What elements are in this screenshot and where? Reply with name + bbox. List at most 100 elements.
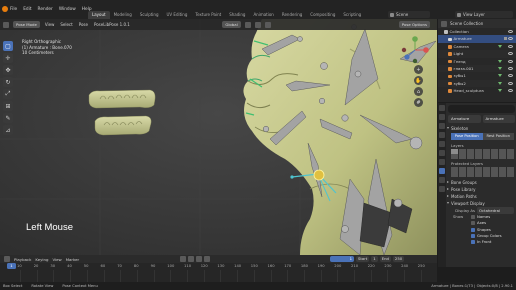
jump-end-icon[interactable]	[204, 256, 210, 262]
menu-poselib[interactable]: PoseLibPose 1.0.1	[93, 22, 131, 27]
eye-icon[interactable]	[508, 66, 513, 70]
constraints-tab-icon[interactable]	[439, 159, 445, 165]
tab-uv-editing[interactable]: UV Editing	[163, 11, 192, 19]
tab-modeling[interactable]: Modeling	[110, 11, 136, 19]
transform-icon[interactable]: ⊞	[3, 101, 13, 111]
armature-data-tab-icon[interactable]	[439, 168, 445, 174]
checkbox-icon[interactable]	[471, 221, 475, 226]
menu-select[interactable]: Select	[59, 22, 73, 27]
tab-texture-paint[interactable]: Texture Paint	[191, 11, 225, 19]
end-frame-field[interactable]: 250	[392, 256, 405, 262]
menu-render[interactable]: Render	[38, 0, 53, 19]
editor-type-icon[interactable]	[3, 21, 9, 28]
proportional-icon[interactable]	[264, 21, 271, 28]
menu-window[interactable]: Window	[59, 0, 76, 19]
view-layer-selector[interactable]: View Layer	[455, 11, 513, 18]
eye-icon[interactable]	[508, 59, 513, 63]
eye-icon[interactable]	[508, 74, 513, 78]
timeline-editor-icon[interactable]	[4, 256, 10, 262]
menu-file[interactable]: File	[10, 0, 17, 19]
mode-selector[interactable]: Pose Mode	[13, 21, 40, 28]
pan-hand-icon[interactable]: ✋	[414, 76, 423, 85]
tab-compositing[interactable]: Compositing	[306, 11, 339, 19]
outliner-row-object[interactable]: Head_sculptura	[438, 87, 516, 94]
eye-icon[interactable]	[508, 44, 513, 48]
outliner-row-light[interactable]: Light	[438, 50, 516, 58]
annotate-icon[interactable]: ✎	[3, 113, 13, 123]
tab-shading[interactable]: Shading	[225, 11, 249, 19]
checkbox-icon[interactable]	[471, 215, 475, 220]
section-motion-paths[interactable]: Motion Paths	[447, 193, 516, 200]
armature-data-field[interactable]: Armature	[482, 115, 515, 123]
tool-tab-icon[interactable]	[439, 105, 445, 111]
bone-constraint-tab-icon[interactable]	[439, 186, 445, 192]
pivot-icon[interactable]	[244, 21, 251, 28]
play-icon[interactable]	[196, 256, 202, 262]
tab-sculpting[interactable]: Sculpting	[136, 11, 163, 19]
timeline-ruler[interactable]: 10 20 30 40 50 60 70 80 90 100 110 120 130 140 150 160 1…	[0, 263, 437, 282]
grid-view-icon[interactable]: #	[414, 98, 423, 107]
scale-icon[interactable]: ⤢	[3, 89, 13, 99]
eye-icon[interactable]	[508, 52, 513, 56]
start-frame-field[interactable]: 1	[371, 256, 378, 262]
rotate-icon[interactable]: ↻	[3, 77, 13, 87]
protected-layers-grid[interactable]	[451, 167, 514, 177]
show-in-front-checkbox[interactable]: In Front	[447, 239, 516, 245]
eye-icon[interactable]	[508, 81, 513, 85]
outliner-row-camera[interactable]: Camera	[438, 43, 516, 50]
outliner-row-object[interactable]: зубы2	[438, 79, 516, 88]
transform-orientation[interactable]: Global	[222, 21, 241, 28]
eye-icon[interactable]	[508, 37, 513, 41]
output-tab-icon[interactable]	[439, 123, 445, 129]
restrict-render-icon[interactable]	[503, 37, 507, 41]
menu-view[interactable]: View	[52, 257, 61, 262]
scene-selector[interactable]: Scene	[388, 11, 430, 18]
checkbox-icon[interactable]	[471, 234, 475, 239]
section-skeleton[interactable]: Skeleton	[447, 125, 516, 132]
jump-start-icon[interactable]	[188, 256, 194, 262]
world-tab-icon[interactable]	[439, 141, 445, 147]
menu-playback[interactable]: Playback	[14, 257, 31, 262]
tab-layout[interactable]: Layout	[88, 11, 110, 19]
bone-layers-grid[interactable]	[451, 149, 514, 159]
snap-icon[interactable]	[254, 21, 261, 28]
properties-search-input[interactable]	[448, 105, 515, 113]
rest-position-button[interactable]: Rest Position	[482, 133, 514, 140]
pose-options-dropdown[interactable]: Pose Options	[398, 21, 430, 28]
zoom-icon[interactable]: +	[414, 65, 423, 74]
menu-pose[interactable]: Pose	[78, 22, 89, 27]
object-tab-icon[interactable]	[439, 150, 445, 156]
move-icon[interactable]: ✥	[3, 65, 13, 75]
tab-animation[interactable]: Animation	[249, 11, 277, 19]
tab-scripting[interactable]: Scripting	[339, 11, 365, 19]
current-frame-field[interactable]: 1	[330, 256, 354, 262]
measure-icon[interactable]: ⊿	[3, 125, 13, 135]
scene-tab-icon[interactable]	[439, 132, 445, 138]
display-as-dropdown[interactable]: Octahedral	[477, 207, 514, 214]
pose-position-button[interactable]: Pose Position	[451, 133, 483, 140]
outliner-row-object[interactable]: Гнезд	[438, 58, 516, 65]
playhead[interactable]: 1	[7, 263, 16, 269]
render-tab-icon[interactable]	[439, 114, 445, 120]
eye-icon[interactable]	[508, 89, 513, 93]
outliner-row-collection[interactable]: Collection	[438, 28, 516, 35]
blender-logo-icon[interactable]	[2, 6, 8, 12]
record-icon[interactable]	[180, 256, 186, 262]
3d-viewport[interactable]: Pose Mode View Select Pose PoseLibPose 1…	[0, 19, 437, 255]
object-name-field[interactable]: Armature	[448, 115, 481, 123]
menu-marker[interactable]: Marker	[66, 257, 79, 262]
section-viewport-display[interactable]: Viewport Display	[447, 200, 516, 207]
outliner-row-armature[interactable]: Armature	[438, 35, 516, 43]
menu-edit[interactable]: Edit	[23, 0, 31, 19]
cursor-icon[interactable]: ✛	[3, 53, 13, 63]
bone-tab-icon[interactable]	[439, 177, 445, 183]
navigation-gizmo[interactable]	[401, 36, 429, 64]
outliner-row-object[interactable]: зубы1	[438, 72, 516, 79]
checkbox-icon[interactable]	[471, 227, 475, 232]
select-box-icon[interactable]: ▢	[3, 41, 13, 51]
camera-view-icon[interactable]: ⌂	[414, 87, 423, 96]
outliner-row-object[interactable]: глаза.001	[438, 64, 516, 73]
eye-icon[interactable]	[508, 30, 513, 33]
section-bone-groups[interactable]: Bone Groups	[447, 179, 516, 186]
menu-keying[interactable]: Keying	[35, 257, 48, 262]
